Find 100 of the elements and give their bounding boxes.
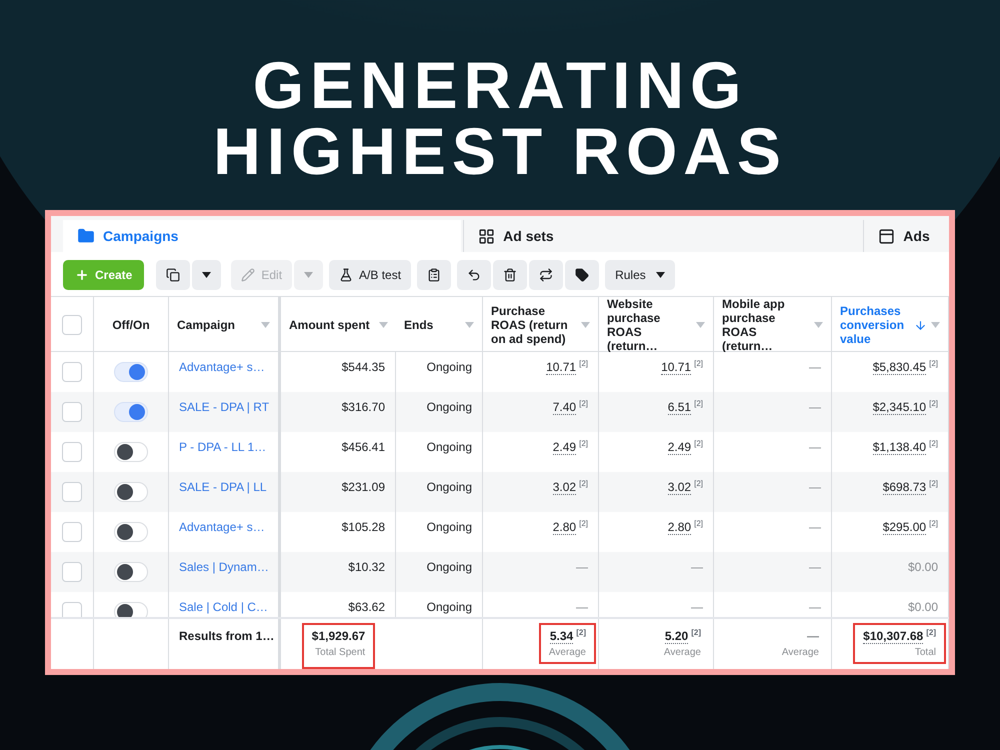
checkbox[interactable]: [62, 362, 82, 382]
sort-arrow-icon: [914, 318, 927, 332]
delete-button[interactable]: [493, 260, 528, 290]
metric-value: 2.49 [2]: [552, 440, 588, 454]
table-cell: $231.09: [342, 480, 385, 494]
total-cell: 5.34 [2] Average: [538, 623, 596, 664]
pencil-icon: [241, 268, 256, 282]
table-cell: Ongoing: [426, 520, 472, 534]
campaign-link[interactable]: SALE - DPA | RT: [179, 400, 270, 414]
metric-value: $5,830.45 [2]: [872, 360, 938, 374]
duplicate-button[interactable]: [156, 260, 190, 290]
plus-icon: [75, 268, 89, 282]
caret-icon: [261, 322, 270, 328]
toggle-switch[interactable]: [114, 562, 148, 582]
clipboard-icon: [427, 268, 442, 282]
toggle-switch[interactable]: [114, 402, 148, 422]
tab-label: Ads: [903, 226, 930, 246]
table-cell: Ongoing: [426, 360, 472, 374]
metric-value: —: [576, 600, 588, 614]
metric-value: 10.71 [2]: [546, 360, 588, 374]
table-cell: $456.41: [342, 440, 385, 454]
caret-icon: [814, 322, 823, 328]
metric-value: —: [809, 600, 821, 614]
metric-value: $0.00: [908, 600, 938, 614]
checkbox[interactable]: [62, 562, 82, 582]
campaign-link[interactable]: P - DPA - LL 1…: [179, 440, 266, 454]
metric-value: —: [809, 480, 821, 494]
table-cell: Ongoing: [426, 440, 472, 454]
headline: GENERATING: [252, 52, 748, 118]
table-cell: Ongoing: [426, 560, 472, 574]
metric-value: 2.80 [2]: [668, 520, 703, 534]
tag-button[interactable]: [565, 260, 600, 290]
tab[interactable]: Campaigns: [63, 220, 462, 252]
metric-value: —: [809, 520, 821, 534]
swap-icon: [539, 268, 554, 282]
table-cell: $10.32: [348, 560, 385, 574]
headline: HIGHEST ROAS: [213, 118, 787, 184]
table-cell: $316.70: [342, 400, 385, 414]
checkbox[interactable]: [62, 315, 82, 335]
metric-value: 6.51 [2]: [668, 400, 703, 414]
rules-button[interactable]: Rules: [605, 260, 675, 290]
column-header[interactable]: Amount spent: [281, 297, 396, 353]
checkbox[interactable]: [62, 602, 82, 617]
table-cell: Ongoing: [426, 400, 472, 414]
swap-button[interactable]: [529, 260, 564, 290]
caret-icon: [465, 322, 474, 328]
table-cell: Ongoing: [426, 480, 472, 494]
toggle-switch[interactable]: [114, 522, 148, 542]
tab-label: Campaigns: [103, 226, 178, 246]
ab-test-button[interactable]: A/B test: [329, 260, 412, 290]
toggle-switch[interactable]: [114, 602, 148, 617]
caret-icon: [696, 322, 705, 328]
folder-icon: [77, 227, 95, 245]
trash-icon: [503, 268, 518, 282]
checkbox[interactable]: [62, 522, 82, 542]
metric-value: $10,307.68 [2]: [863, 627, 936, 645]
flask-icon: [339, 268, 354, 282]
metric-value: 2.80 [2]: [552, 520, 588, 534]
clipboard-button[interactable]: [417, 260, 452, 290]
metric-value: 5.34 [2]: [550, 627, 586, 645]
toggle-switch[interactable]: [114, 362, 148, 382]
metric-value: 3.02 [2]: [668, 480, 703, 494]
total-cell-text: — Average: [780, 626, 820, 660]
caret-icon: [304, 272, 314, 278]
metric-value: —: [576, 560, 588, 574]
metric-value: —: [809, 560, 821, 574]
metric-value: 10.71 [2]: [661, 360, 703, 374]
campaign-link[interactable]: Advantage+ s…: [179, 360, 265, 374]
metric-value: $1,138.40 [2]: [872, 440, 938, 454]
metric-value: 7.40 [2]: [552, 400, 588, 414]
caret-icon: [931, 322, 940, 328]
caret-icon: [379, 322, 388, 328]
tab-label: Ad sets: [503, 226, 554, 246]
campaign-link[interactable]: Advantage+ s…: [179, 520, 265, 534]
metric-value: $698.73 [2]: [882, 480, 938, 494]
dropdown-button[interactable]: [192, 260, 222, 290]
metric-value: —: [809, 440, 821, 454]
checkbox[interactable]: [62, 482, 82, 502]
total-cell: $1,929.67 Total Spent: [302, 623, 376, 669]
results-label: Results from 1…: [179, 629, 274, 643]
metric-value: 3.02 [2]: [552, 480, 588, 494]
campaign-link[interactable]: Sale | Cold | C…: [179, 600, 268, 614]
metric-value: $0.00: [908, 560, 938, 574]
toggle-switch[interactable]: [114, 482, 148, 502]
undo-button[interactable]: [457, 260, 492, 290]
metric-value: —: [809, 360, 821, 374]
metric-value: $295.00 [2]: [882, 520, 938, 534]
checkbox[interactable]: [62, 402, 82, 422]
table-cell: $63.62: [348, 600, 385, 614]
toggle-switch[interactable]: [114, 442, 148, 462]
total-cell: $10,307.68 [2] Total: [853, 623, 946, 664]
table-cell: $105.28: [342, 520, 385, 534]
campaign-link[interactable]: Sales | Dynam…: [179, 560, 269, 574]
table-cell: Ongoing: [426, 600, 472, 614]
metric-value: 2.49 [2]: [668, 440, 703, 454]
checkbox[interactable]: [62, 442, 82, 462]
campaign-link[interactable]: SALE - DPA | LL: [179, 480, 267, 494]
caret-icon: [202, 272, 212, 278]
undo-icon: [467, 268, 482, 282]
metric-value: —: [807, 628, 819, 645]
